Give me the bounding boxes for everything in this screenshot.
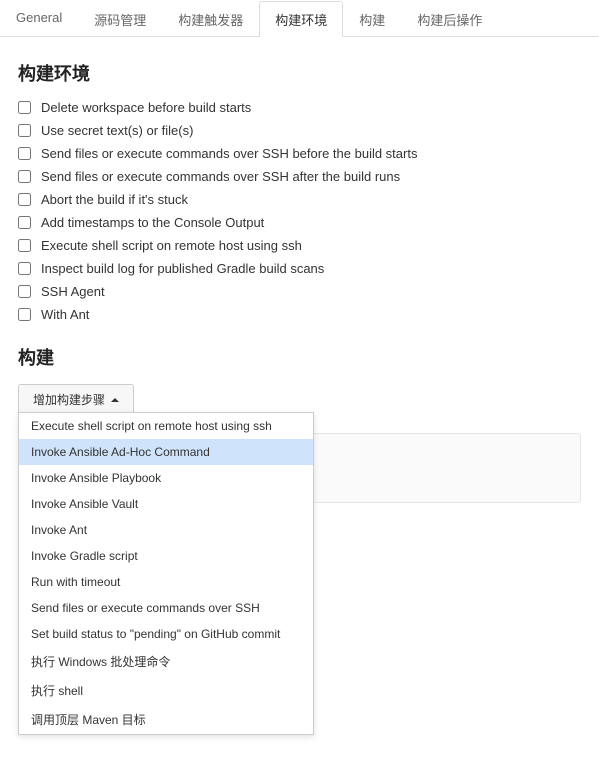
env-checkbox-abort-stuck[interactable] xyxy=(18,193,31,206)
add-build-step-label: 增加构建步骤 xyxy=(33,391,105,408)
tab-build[interactable]: 构建 xyxy=(343,1,401,37)
env-option-row: SSH Agent xyxy=(18,284,581,299)
menu-item-exec-shell[interactable]: 执行 shell xyxy=(19,676,313,705)
env-option-row: Send files or execute commands over SSH … xyxy=(18,169,581,184)
env-checkbox-gradle-scan[interactable] xyxy=(18,262,31,275)
env-label[interactable]: Send files or execute commands over SSH … xyxy=(41,169,400,184)
menu-item-invoke-gradle[interactable]: Invoke Gradle script xyxy=(19,543,313,569)
env-checkbox-delete-workspace[interactable] xyxy=(18,101,31,114)
menu-item-maven-top[interactable]: 调用顶层 Maven 目标 xyxy=(19,705,313,734)
env-option-row: Add timestamps to the Console Output xyxy=(18,215,581,230)
env-label[interactable]: Abort the build if it's stuck xyxy=(41,192,188,207)
env-checkbox-ssh-before[interactable] xyxy=(18,147,31,160)
tab-source[interactable]: 源码管理 xyxy=(78,1,162,37)
menu-item-invoke-ant[interactable]: Invoke Ant xyxy=(19,517,313,543)
tabs-bar: General 源码管理 构建触发器 构建环境 构建 构建后操作 xyxy=(0,0,599,37)
menu-item-ansible-vault[interactable]: Invoke Ansible Vault xyxy=(19,491,313,517)
env-label[interactable]: With Ant xyxy=(41,307,89,322)
env-label[interactable]: SSH Agent xyxy=(41,284,105,299)
menu-item-ansible-playbook[interactable]: Invoke Ansible Playbook xyxy=(19,465,313,491)
env-checkbox-secret-text[interactable] xyxy=(18,124,31,137)
env-checkbox-shell-remote[interactable] xyxy=(18,239,31,252)
menu-item-windows-batch[interactable]: 执行 Windows 批处理命令 xyxy=(19,647,313,676)
menu-item-exec-shell-remote[interactable]: Execute shell script on remote host usin… xyxy=(19,413,313,439)
env-option-row: Inspect build log for published Gradle b… xyxy=(18,261,581,276)
caret-up-icon xyxy=(111,398,119,402)
env-section-title: 构建环境 xyxy=(18,60,581,86)
menu-item-ansible-adhoc[interactable]: Invoke Ansible Ad-Hoc Command xyxy=(19,439,313,465)
env-checkbox-ssh-after[interactable] xyxy=(18,170,31,183)
build-step-dropdown-wrapper: 增加构建步骤 Execute shell script on remote ho… xyxy=(18,384,581,415)
menu-item-github-pending[interactable]: Set build status to "pending" on GitHub … xyxy=(19,621,313,647)
tab-general[interactable]: General xyxy=(0,1,78,37)
env-option-row: Abort the build if it's stuck xyxy=(18,192,581,207)
env-label[interactable]: Execute shell script on remote host usin… xyxy=(41,238,302,253)
menu-item-run-timeout[interactable]: Run with timeout xyxy=(19,569,313,595)
env-option-row: Use secret text(s) or file(s) xyxy=(18,123,581,138)
env-label[interactable]: Inspect build log for published Gradle b… xyxy=(41,261,324,276)
env-option-row: With Ant xyxy=(18,307,581,322)
tab-triggers[interactable]: 构建触发器 xyxy=(162,1,259,37)
menu-item-ssh-send[interactable]: Send files or execute commands over SSH xyxy=(19,595,313,621)
env-checkbox-with-ant[interactable] xyxy=(18,308,31,321)
build-step-menu: Execute shell script on remote host usin… xyxy=(18,412,314,735)
env-checkbox-ssh-agent[interactable] xyxy=(18,285,31,298)
env-label[interactable]: Delete workspace before build starts xyxy=(41,100,251,115)
content-area: 构建环境 Delete workspace before build start… xyxy=(0,37,599,778)
build-section-title: 构建 xyxy=(18,344,581,370)
env-option-row: Send files or execute commands over SSH … xyxy=(18,146,581,161)
env-label[interactable]: Use secret text(s) or file(s) xyxy=(41,123,193,138)
env-option-row: Execute shell script on remote host usin… xyxy=(18,238,581,253)
env-option-row: Delete workspace before build starts xyxy=(18,100,581,115)
env-checkbox-timestamps[interactable] xyxy=(18,216,31,229)
tab-post-build[interactable]: 构建后操作 xyxy=(401,1,498,37)
env-options-list: Delete workspace before build starts Use… xyxy=(18,100,581,322)
env-label[interactable]: Add timestamps to the Console Output xyxy=(41,215,264,230)
tab-build-env[interactable]: 构建环境 xyxy=(259,1,343,37)
env-label[interactable]: Send files or execute commands over SSH … xyxy=(41,146,417,161)
add-build-step-button[interactable]: 增加构建步骤 xyxy=(18,384,134,415)
